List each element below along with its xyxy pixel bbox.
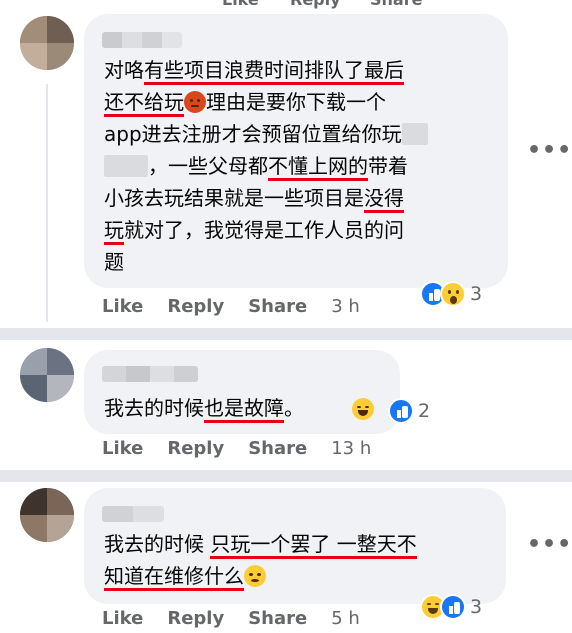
comment-text: 我去的时候也是故障。	[104, 392, 304, 424]
comment-actions: Like Reply Share 3 h	[102, 296, 384, 317]
sweat-smile-emoji-icon	[244, 564, 266, 587]
like-button[interactable]: Like	[102, 296, 143, 317]
share-button[interactable]: Share	[248, 296, 307, 317]
comment-actions: Like Reply Share 13 h	[102, 438, 395, 459]
share-button[interactable]: Share	[370, 0, 422, 9]
thread-line	[46, 84, 48, 322]
share-button[interactable]: Share	[248, 608, 307, 629]
comment-actions: Like Reply Share 5 h	[102, 608, 384, 629]
like-icon	[388, 398, 414, 424]
like-button[interactable]: Like	[102, 438, 143, 459]
reaction-count: 3	[470, 596, 483, 618]
timestamp[interactable]: 3 h	[331, 296, 360, 317]
like-button[interactable]: Like	[222, 0, 259, 9]
commenter-name[interactable]	[102, 506, 164, 522]
rofl-emoji-icon	[352, 398, 374, 420]
share-button[interactable]: Share	[248, 438, 307, 459]
section-divider	[0, 470, 572, 482]
avatar[interactable]	[20, 16, 74, 70]
like-button[interactable]: Like	[102, 608, 143, 629]
reaction-summary[interactable]: 3	[420, 592, 482, 622]
reply-button[interactable]: Reply	[167, 608, 224, 629]
reply-button[interactable]: Reply	[290, 0, 341, 9]
section-divider	[0, 328, 572, 340]
angry-emoji-icon	[184, 90, 206, 113]
commenter-name[interactable]	[102, 32, 182, 48]
timestamp[interactable]: 5 h	[331, 608, 360, 629]
comment-text: 我去的时候 只玩一个罢了 一整天不 知道在维修什么	[104, 528, 417, 592]
avatar[interactable]	[20, 488, 74, 542]
previous-comment-actions: Like Reply Share	[0, 0, 572, 9]
reply-button[interactable]: Reply	[167, 296, 224, 317]
timestamp[interactable]: 13 h	[331, 438, 371, 459]
avatar[interactable]	[20, 348, 74, 402]
redacted-text	[401, 122, 428, 145]
more-options-icon[interactable]: •••	[527, 532, 572, 557]
like-icon	[440, 594, 466, 620]
redacted-text	[104, 154, 148, 177]
more-options-icon[interactable]: •••	[527, 138, 572, 163]
reply-button[interactable]: Reply	[167, 438, 224, 459]
commenter-name[interactable]	[102, 366, 198, 382]
wow-icon	[440, 281, 466, 307]
reaction-summary[interactable]: 2	[388, 396, 430, 426]
reaction-summary[interactable]: 3	[420, 279, 482, 309]
comment-text: 对咯有些项目浪费时间排队了最后 还不给玩 理由是要你下载一个 app进去注册才会预…	[104, 54, 428, 278]
reaction-count: 3	[470, 283, 483, 305]
reaction-count: 2	[418, 400, 431, 422]
